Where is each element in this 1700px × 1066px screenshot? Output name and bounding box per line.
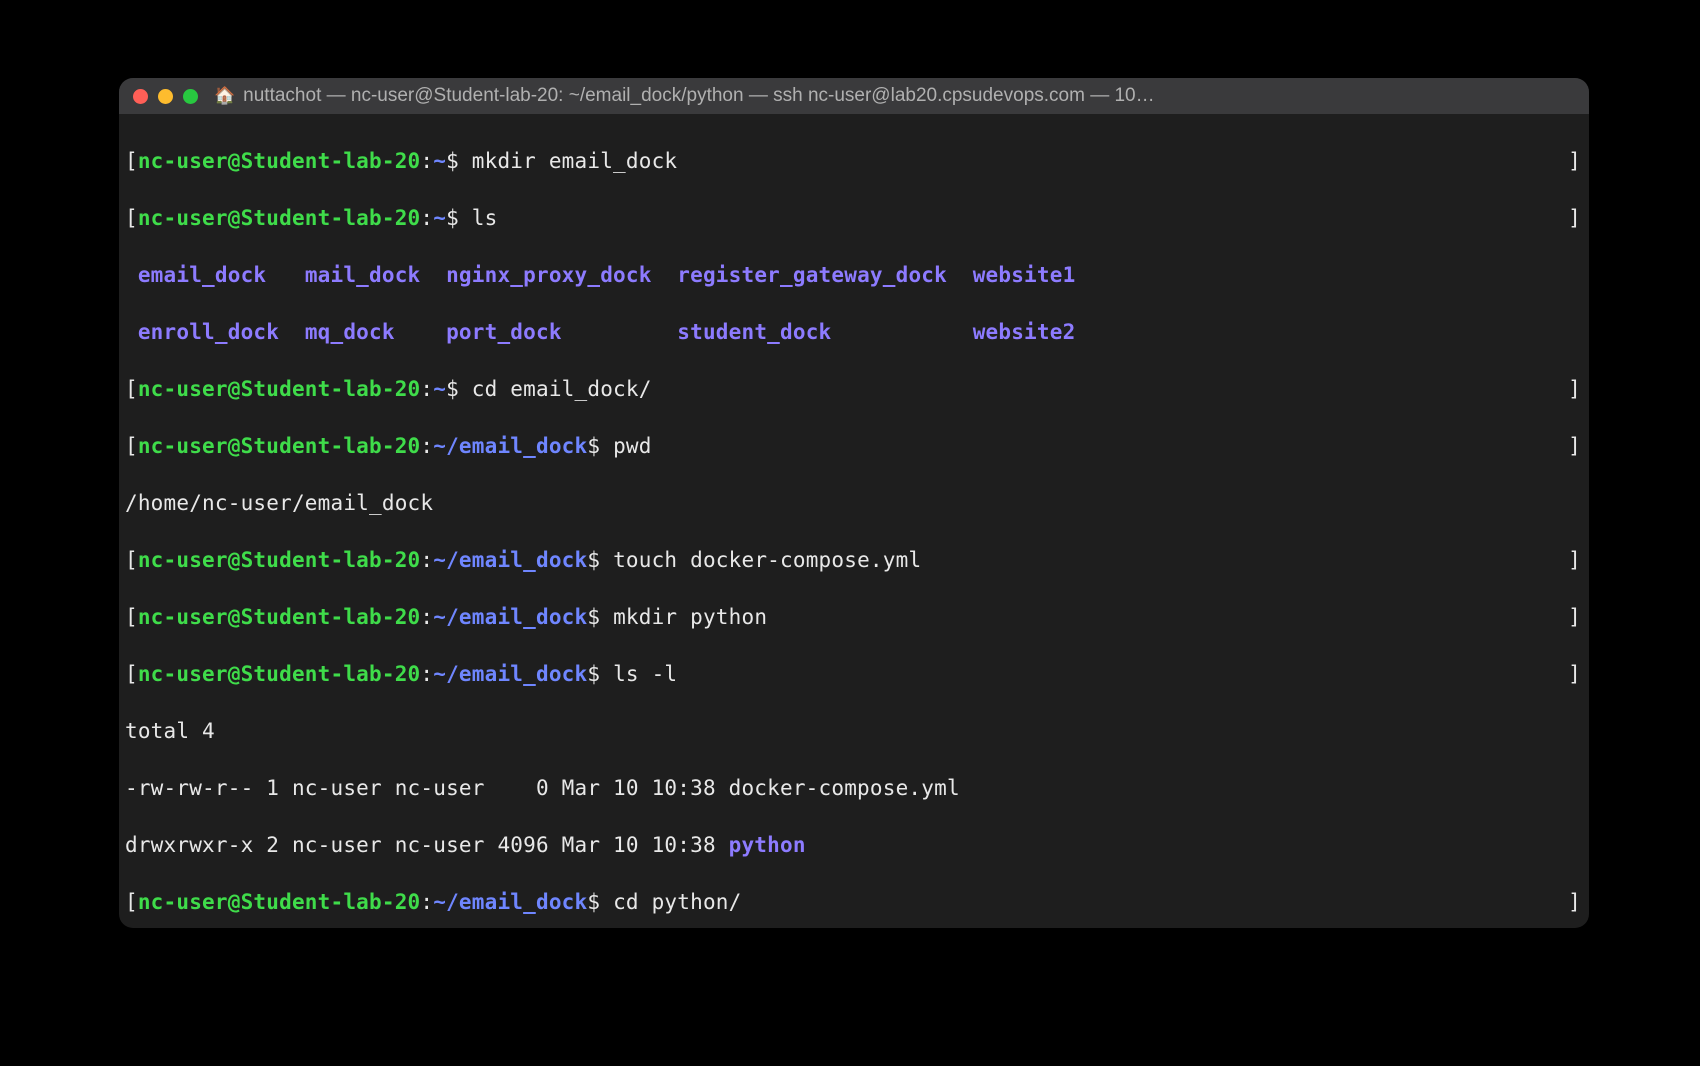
close-icon[interactable]: [133, 89, 148, 104]
prompt-line: [nc-user@Student-lab-20:~$ cd email_dock…: [125, 375, 1583, 404]
prompt-line: [nc-user@Student-lab-20:~/email_dock$ mk…: [125, 603, 1583, 632]
user-host: nc-user@Student-lab-20: [138, 149, 421, 173]
directory: mail_dock: [305, 263, 421, 287]
zoom-icon[interactable]: [183, 89, 198, 104]
prompt-line: [nc-user@Student-lab-20:~/email_dock$ ls…: [125, 660, 1583, 689]
prompt-line: [nc-user@Student-lab-20:~/email_dock$ to…: [125, 546, 1583, 575]
ls-output-row: email_dock mail_dock nginx_proxy_dock re…: [125, 261, 1583, 290]
ls-output-row: enroll_dock mq_dock port_dock student_do…: [125, 318, 1583, 347]
prompt-line: [nc-user@Student-lab-20:~$ mkdir email_d…: [125, 147, 1583, 176]
window-title: 🏠 nuttachot — nc-user@Student-lab-20: ~/…: [214, 85, 1575, 107]
directory: port_dock: [446, 320, 562, 344]
directory: student_dock: [677, 320, 831, 344]
directory: python: [729, 833, 806, 857]
output-line: -rw-rw-r-- 1 nc-user nc-user 0 Mar 10 10…: [125, 774, 1583, 803]
directory: website1: [973, 263, 1076, 287]
command: ls -l: [613, 662, 677, 686]
directory: enroll_dock: [138, 320, 279, 344]
path: ~: [433, 149, 446, 173]
command: pwd: [613, 434, 652, 458]
terminal-body[interactable]: [nc-user@Student-lab-20:~$ mkdir email_d…: [119, 114, 1589, 928]
minimize-icon[interactable]: [158, 89, 173, 104]
command: cd email_dock/: [472, 377, 652, 401]
directory: register_gateway_dock: [677, 263, 947, 287]
directory: website2: [973, 320, 1076, 344]
title-label: nuttachot — nc-user@Student-lab-20: ~/em…: [243, 85, 1154, 107]
directory: email_dock: [138, 263, 266, 287]
command: cd python/: [613, 890, 741, 914]
traffic-lights: [133, 89, 198, 104]
command: touch docker-compose.yml: [613, 548, 921, 572]
titlebar: 🏠 nuttachot — nc-user@Student-lab-20: ~/…: [119, 78, 1589, 114]
prompt-line: [nc-user@Student-lab-20:~/email_dock$ cd…: [125, 888, 1583, 917]
prompt-line: [nc-user@Student-lab-20:~$ ls]: [125, 204, 1583, 233]
home-icon: 🏠: [214, 86, 235, 106]
output-line: /home/nc-user/email_dock: [125, 489, 1583, 518]
output-line: drwxrwxr-x 2 nc-user nc-user 4096 Mar 10…: [125, 831, 1583, 860]
directory: mq_dock: [305, 320, 395, 344]
output-line: total 4: [125, 717, 1583, 746]
prompt-line: [nc-user@Student-lab-20:~/email_dock$ pw…: [125, 432, 1583, 461]
directory: nginx_proxy_dock: [446, 263, 652, 287]
command: mkdir email_dock: [472, 149, 678, 173]
terminal-window[interactable]: 🏠 nuttachot — nc-user@Student-lab-20: ~/…: [119, 78, 1589, 928]
command: ls: [472, 206, 498, 230]
command: mkdir python: [613, 605, 767, 629]
